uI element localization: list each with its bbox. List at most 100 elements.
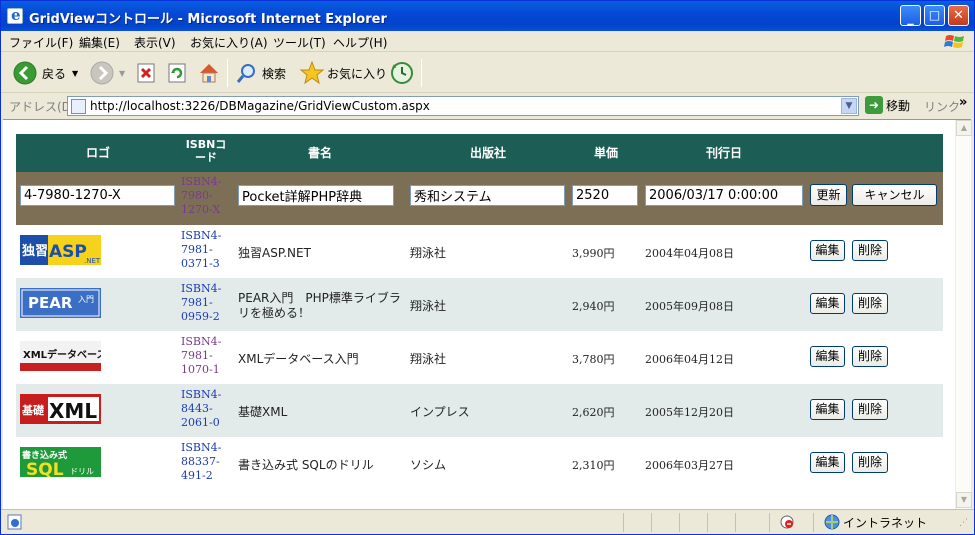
maximize-button[interactable]: □ [924, 5, 945, 26]
header-isbn: ISBNコード [185, 138, 227, 164]
toolbar-separator [227, 59, 228, 87]
delete-button[interactable]: 削除 [852, 293, 888, 314]
book-logo-image: 基礎 XML [20, 394, 101, 424]
intranet-zone-icon [824, 514, 840, 530]
chevron-right-icon[interactable]: » [959, 95, 967, 110]
book-publisher: 翔泳社 [410, 246, 447, 260]
home-button[interactable] [197, 59, 221, 87]
forward-button[interactable]: ▼ [89, 59, 125, 87]
address-bar: アドレス(D) http://localhost:3226/DBMagazine… [1, 94, 974, 118]
isbn-link[interactable]: ISBN4-7981-0959-2 [181, 282, 231, 324]
back-label: 戻る [42, 66, 67, 81]
header-title: 書名 [308, 146, 333, 160]
header-publisher: 出版社 [470, 146, 507, 160]
toolbar: 戻る ▼ ▼ 検索 お気に入り [1, 53, 974, 93]
address-input[interactable]: http://localhost:3226/DBMagazine/GridVie… [67, 96, 859, 116]
scroll-up-icon[interactable]: ▲ [956, 120, 972, 136]
date-edit-input[interactable] [645, 185, 803, 206]
header-date: 刊行日 [706, 146, 743, 160]
home-icon [200, 64, 218, 83]
isbn-link[interactable]: ISBN4-88337-491-2 [181, 441, 231, 483]
table-row: 書き込み式 SQL ドリル ISBN4-88337-491-2 書き込み式 SQ… [16, 437, 943, 490]
menu-tools[interactable]: ツール(T) [273, 34, 326, 51]
back-button[interactable]: 戻る ▼ [12, 59, 78, 87]
book-publisher: ソシム [410, 458, 447, 472]
window-title: GridViewコントロール - Microsoft Internet Expl… [29, 12, 387, 27]
edit-button[interactable]: 編集 [810, 452, 845, 473]
menu-edit[interactable]: 編集(E) [79, 34, 120, 51]
address-label: アドレス(D) [9, 100, 76, 114]
windows-logo-icon [944, 35, 964, 48]
book-price: 3,990円 [572, 247, 615, 260]
minimize-button[interactable]: _ [900, 5, 921, 26]
book-date: 2006年04月12日 [645, 353, 734, 366]
stop-icon [137, 63, 155, 83]
edit-button[interactable]: 編集 [810, 293, 845, 314]
resize-grip-icon[interactable]: ⋰ [959, 518, 968, 528]
toolbar-separator [421, 59, 422, 87]
book-logo-image: 独習 ASP .NET [20, 235, 101, 265]
publisher-edit-input[interactable] [410, 185, 565, 206]
status-separator [735, 513, 736, 532]
book-date: 2005年09月08日 [645, 300, 734, 313]
isbn-link[interactable]: ISBN4-7980-1270-X [181, 175, 231, 217]
delete-button[interactable]: 削除 [852, 452, 888, 473]
edit-button[interactable]: 編集 [810, 399, 845, 420]
title-bar: GridViewコントロール - Microsoft Internet Expl… [1, 1, 974, 31]
title-edit-input[interactable] [238, 185, 394, 206]
links-label[interactable]: リンク [924, 98, 960, 115]
menu-help[interactable]: ヘルプ(H) [333, 34, 387, 51]
scroll-down-icon[interactable]: ▼ [956, 492, 972, 508]
status-separator [769, 513, 770, 532]
address-dropdown-icon[interactable]: ▼ [841, 98, 857, 114]
update-button[interactable]: 更新 [810, 184, 847, 206]
back-dropdown-icon[interactable]: ▼ [72, 69, 78, 78]
delete-button[interactable]: 削除 [852, 346, 888, 367]
ie-icon [7, 6, 23, 24]
stop-button[interactable] [136, 59, 158, 87]
book-date: 2006年03月27日 [645, 459, 734, 472]
status-bar: イントラネット ⋰ [1, 509, 974, 534]
star-icon [299, 60, 325, 85]
vertical-scrollbar[interactable]: ▲ ▼ [955, 120, 972, 510]
go-button[interactable]: ➜ 移動 [865, 96, 910, 114]
zone-label: イントラネット [843, 516, 928, 530]
edit-button[interactable]: 編集 [810, 346, 845, 367]
book-date: 2005年12月20日 [645, 406, 734, 419]
search-button[interactable]: 検索 [235, 59, 286, 87]
close-button[interactable]: ✕ [948, 5, 969, 26]
delete-button[interactable]: 削除 [852, 399, 888, 420]
menu-favorites[interactable]: お気に入り(A) [190, 34, 268, 51]
favorites-label: お気に入り [327, 66, 388, 81]
price-edit-input[interactable] [572, 185, 638, 206]
delete-button[interactable]: 削除 [852, 240, 888, 261]
book-publisher: 翔泳社 [410, 352, 447, 366]
book-logo-image: 書き込み式 SQL ドリル [20, 447, 101, 477]
menu-view[interactable]: 表示(V) [134, 34, 176, 51]
media-button[interactable] [389, 59, 415, 87]
header-logo: ロゴ [86, 146, 111, 160]
book-price: 2,940円 [572, 300, 615, 313]
isbn-link[interactable]: ISBN4-7981-0371-3 [181, 229, 231, 271]
edit-button[interactable]: 編集 [810, 240, 845, 261]
svg-text:独習: 独習 [22, 243, 48, 259]
refresh-button[interactable] [167, 59, 189, 87]
book-publisher: インプレス [410, 405, 470, 419]
book-price: 2,620円 [572, 406, 615, 419]
popup-blocked-icon[interactable] [779, 514, 795, 530]
book-price: 2,310円 [572, 459, 615, 472]
isbn-link[interactable]: ISBN4-7981-1070-1 [181, 335, 231, 377]
cancel-button[interactable]: キャンセル [852, 184, 937, 206]
isbn-link[interactable]: ISBN4-8443-2061-0 [181, 388, 231, 430]
favorites-button[interactable]: お気に入り [299, 59, 387, 87]
address-url: http://localhost:3226/DBMagazine/GridVie… [90, 99, 430, 113]
menu-file[interactable]: ファイル(F) [9, 34, 73, 51]
table-row: PEAR 入門 ISBN4-7981-0959-2 PEAR入門 PHP標準ライ… [16, 278, 943, 331]
book-logo-image: XMLデータベース入門 [20, 341, 101, 371]
book-price: 3,780円 [572, 353, 615, 366]
book-title: 独習ASP.NET [238, 246, 311, 260]
svg-text:PEAR: PEAR [28, 294, 73, 312]
book-date: 2004年04月08日 [645, 247, 734, 260]
status-separator [813, 513, 814, 532]
logo-edit-input[interactable] [20, 185, 175, 206]
